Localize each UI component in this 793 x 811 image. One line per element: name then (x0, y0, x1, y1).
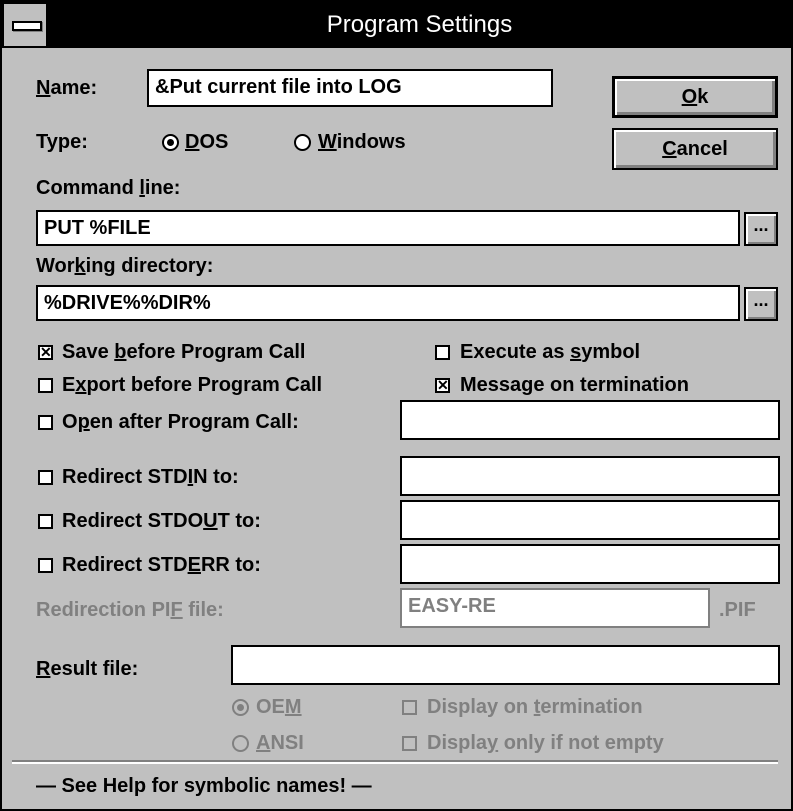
message-termination-label: Message on termination (460, 374, 689, 396)
working-directory-input[interactable]: %DRIVE%%DIR% (36, 285, 740, 321)
command-line-label: Command line: (36, 177, 181, 199)
export-before-checkbox[interactable] (38, 378, 53, 393)
pif-file-input: EASY-RE (400, 588, 710, 628)
redirect-stderr-input[interactable] (400, 544, 780, 584)
command-line-browse-button[interactable]: ... (744, 212, 778, 246)
redirect-stdin-checkbox[interactable] (38, 470, 53, 485)
oem-radio (232, 699, 249, 716)
type-dos-label: DOS (185, 131, 229, 153)
execute-symbol-label: Execute as symbol (460, 341, 641, 363)
execute-symbol-checkbox[interactable] (435, 345, 450, 360)
redirect-stderr-checkbox[interactable] (38, 558, 53, 573)
type-dos-radio[interactable] (162, 134, 179, 151)
working-directory-browse-button[interactable]: ... (744, 287, 778, 321)
open-after-label: Open after Program Call: (62, 411, 299, 433)
pif-extension-label: .PIF (719, 599, 756, 621)
type-windows-radio[interactable] (294, 134, 311, 151)
dialog-body: Name: &Put current file into LOG Type: D… (2, 48, 791, 809)
open-after-checkbox[interactable] (38, 415, 53, 430)
display-termination-label: Display on termination (427, 696, 643, 718)
program-settings-dialog: Program Settings Name: &Put current file… (0, 0, 793, 811)
result-file-label: Result file: (36, 658, 139, 680)
export-before-label: Export before Program Call (62, 374, 323, 396)
type-windows-label: Windows (318, 131, 406, 153)
save-before-label: Save before Program Call (62, 341, 306, 363)
display-not-empty-checkbox (402, 736, 417, 751)
redirect-stdout-input[interactable] (400, 500, 780, 540)
redirect-stdin-label: Redirect STDIN to: (62, 466, 239, 488)
type-label: Type: (36, 131, 88, 153)
help-text: — See Help for symbolic names! — (36, 775, 372, 797)
oem-label: OEM (256, 696, 302, 718)
redirect-stdout-checkbox[interactable] (38, 514, 53, 529)
window-title: Program Settings (326, 11, 513, 38)
open-after-input[interactable] (400, 400, 780, 440)
display-termination-checkbox (402, 700, 417, 715)
ansi-radio (232, 735, 249, 752)
pif-file-label: Redirection PIF file: (36, 599, 224, 621)
name-input[interactable]: &Put current file into LOG (147, 69, 553, 107)
system-menu-button[interactable] (4, 4, 48, 46)
name-label: Name: (36, 77, 98, 99)
save-before-checkbox[interactable]: ✕ (38, 345, 53, 360)
display-not-empty-label: Display only if not empty (427, 732, 664, 754)
title-bar: Program Settings (2, 2, 791, 48)
ansi-label: ANSI (256, 732, 304, 754)
message-termination-checkbox[interactable]: ✕ (435, 378, 450, 393)
redirect-stdout-label: Redirect STDOUT to: (62, 510, 261, 532)
cancel-button[interactable]: Cancel (612, 128, 778, 170)
help-separator (12, 760, 778, 764)
result-file-input[interactable] (231, 645, 780, 685)
command-line-input[interactable]: PUT %FILE (36, 210, 740, 246)
redirect-stderr-label: Redirect STDERR to: (62, 554, 261, 576)
working-directory-label: Working directory: (36, 255, 214, 277)
system-menu-icon (12, 21, 42, 31)
ok-button[interactable]: Ok (612, 76, 778, 118)
redirect-stdin-input[interactable] (400, 456, 780, 496)
